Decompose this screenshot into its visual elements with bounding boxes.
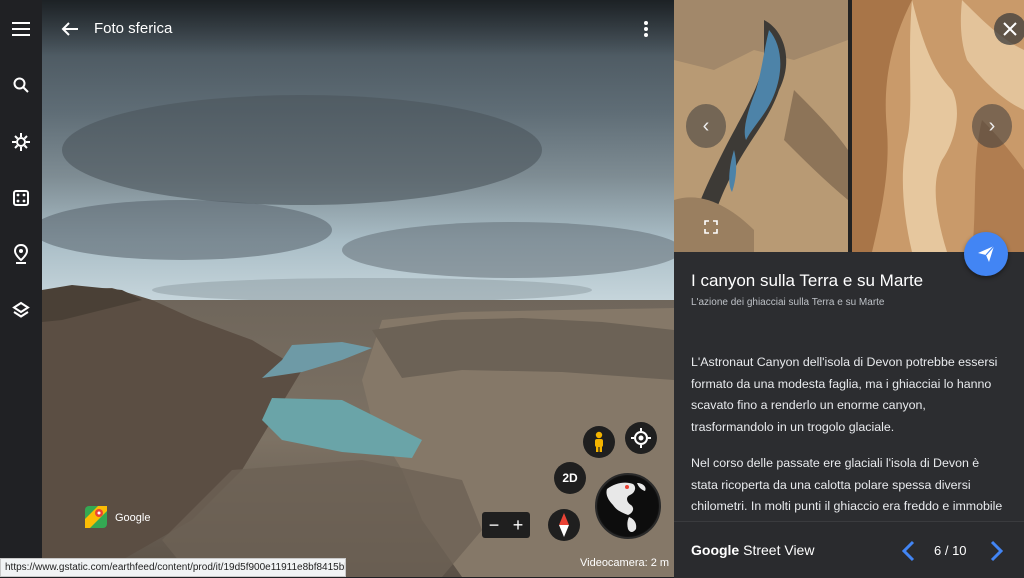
left-toolbar [0,0,42,577]
story-paragraph: Nel corso delle passate ere glaciali l'i… [691,456,1003,513]
story-subtitle: L'azione dei ghiacciai sulla Terra e su … [691,297,885,308]
toggle-2d-button[interactable]: 2D [554,462,586,494]
share-button[interactable] [964,232,1008,276]
compass-button[interactable] [548,509,580,541]
more-options-icon[interactable] [636,17,656,41]
projects-icon[interactable] [9,242,33,266]
feeling-lucky-icon[interactable] [9,186,33,210]
send-icon [978,245,995,262]
story-footer: Google Street View 6 / 10 [674,521,1024,578]
image-gallery: ‹ › [674,0,1024,252]
street-view-logo: Google Street View [691,542,814,558]
page-counter: 6 / 10 [934,543,967,558]
close-icon [1003,22,1017,36]
chevron-left-icon[interactable] [899,540,919,562]
zoom-in-button[interactable]: + [506,512,530,538]
fullscreen-icon[interactable] [704,220,718,234]
gallery-prev-button[interactable]: ‹ [686,104,726,148]
story-text: L'Astronaut Canyon dell'isola di Devon p… [691,352,1009,520]
chevron-right-icon: › [988,114,996,137]
gallery-next-button[interactable]: › [972,104,1012,148]
zoom-control: − + [482,512,530,538]
pegman-icon [595,431,603,452]
voyager-icon[interactable] [9,130,33,154]
story-panel: ‹ › I canyon sulla Terra e su Marte L'az… [674,0,1024,578]
map-style-icon[interactable] [9,298,33,322]
close-button[interactable] [994,13,1024,45]
menu-icon[interactable] [9,17,33,41]
globe-minimap[interactable] [595,473,661,539]
page-title: Foto sferica [94,20,173,37]
logo-google-text: Google [691,542,740,558]
search-icon[interactable] [9,73,33,97]
back-arrow-icon[interactable] [58,17,82,41]
globe-icon [598,476,658,536]
status-url-tooltip: https://www.gstatic.com/earthfeed/conten… [0,558,346,577]
chevron-right-icon[interactable] [986,540,1006,562]
my-location-icon [631,428,651,448]
story-paragraph: L'Astronaut Canyon dell'isola di Devon p… [691,355,998,434]
google-maps-logo-icon [84,505,108,529]
story-title: I canyon sulla Terra e su Marte [691,271,924,290]
pegman-button[interactable] [583,426,615,458]
chevron-left-icon: ‹ [702,114,710,137]
logo-product-text: Street View [743,542,815,558]
google-attribution: Google [115,512,151,524]
zoom-out-button[interactable]: − [482,512,506,538]
my-location-button[interactable] [625,422,657,454]
compass-icon [559,513,569,537]
camera-altitude: Videocamera: 2 m [580,557,670,569]
